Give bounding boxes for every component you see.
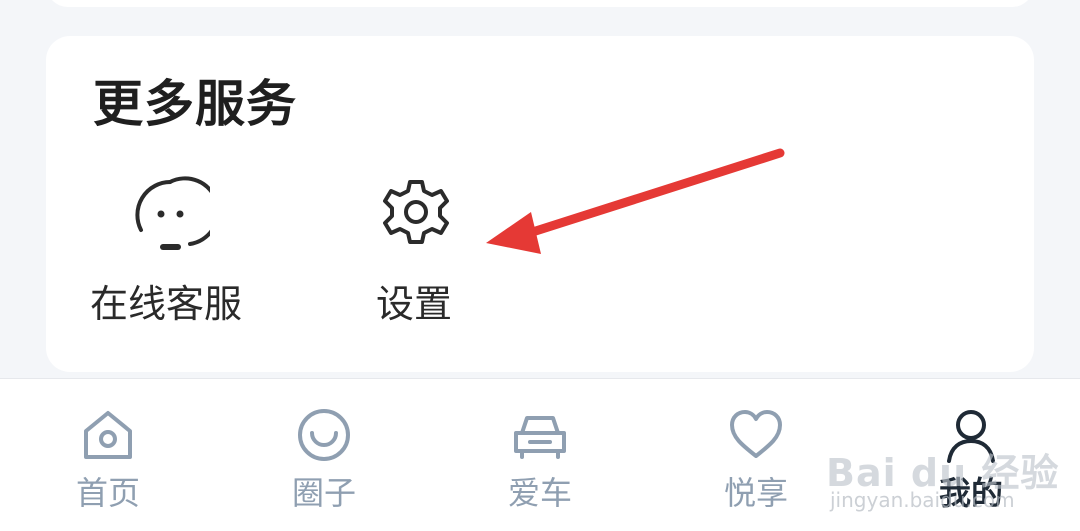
more-services-card: 更多服务 在线客服 设置 [46,36,1034,372]
gear-icon [376,176,456,256]
tab-my-car[interactable]: 爱车 [475,379,605,531]
tab-label: 爱车 [507,474,572,512]
service-label: 设置 [376,282,453,326]
tab-label: 悦享 [723,474,788,512]
watermark-url: jingyan.baidu.com [830,488,1015,512]
tab-enjoy[interactable]: 悦享 [691,379,821,531]
tab-label: 首页 [75,474,140,512]
tab-label: 圈子 [291,474,356,512]
baidu-jingyan-watermark: Bai du 经验 jingyan.baidu.com [826,408,1058,520]
tab-circle[interactable]: 圈子 [259,379,389,531]
headset-icon [130,176,221,256]
previous-card [46,0,1034,7]
heart-icon [724,403,788,467]
service-label: 在线客服 [90,282,243,326]
settings-button[interactable]: 设置 [376,176,556,336]
section-title: 更多服务 [93,75,297,133]
online-customer-service-button[interactable]: 在线客服 [90,176,270,336]
home-icon [76,403,140,467]
tab-home[interactable]: 首页 [43,379,173,531]
car-icon [508,403,572,467]
circle-smile-icon [292,403,356,467]
